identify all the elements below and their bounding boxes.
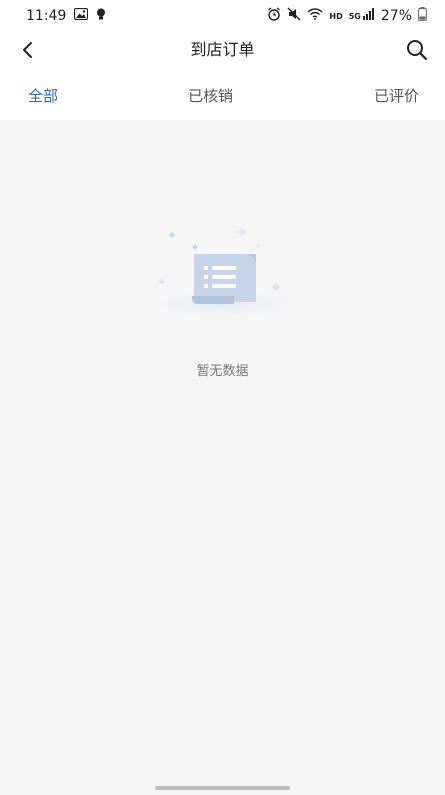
- empty-document-icon: [142, 228, 302, 316]
- network-label: 5G: [348, 11, 361, 21]
- mute-icon: [287, 7, 301, 25]
- status-bar: 11:49 HD 5G 27%: [0, 0, 445, 32]
- empty-message: 暂无数据: [196, 364, 249, 379]
- back-button[interactable]: [14, 36, 42, 64]
- alarm-icon: [267, 7, 281, 25]
- battery-text: 27%: [380, 8, 412, 24]
- top-panel: 11:49 HD 5G 27% 到店订单 全部 已核销 已评价: [0, 0, 445, 120]
- tab-all[interactable]: 全部: [28, 76, 58, 116]
- home-indicator[interactable]: [155, 786, 290, 790]
- search-icon: [407, 40, 428, 61]
- wifi-icon: [307, 8, 323, 24]
- hd-label: HD: [329, 11, 343, 21]
- tab-used[interactable]: 已核销: [188, 76, 233, 116]
- search-button[interactable]: [403, 36, 431, 64]
- order-tabs: 全部 已核销 已评价: [0, 76, 445, 116]
- gallery-notification-icon: [74, 7, 89, 24]
- status-time: 11:49: [26, 8, 67, 24]
- signal-icon: [362, 8, 375, 24]
- chevron-left-icon: [23, 42, 32, 58]
- tab-reviewed[interactable]: 已评价: [374, 76, 419, 116]
- battery-icon: [418, 7, 427, 25]
- page-title: 到店订单: [190, 40, 255, 59]
- nav-bar: 到店订单: [0, 32, 445, 68]
- empty-state: 暂无数据: [0, 210, 445, 390]
- bulb-notification-icon: [96, 8, 106, 25]
